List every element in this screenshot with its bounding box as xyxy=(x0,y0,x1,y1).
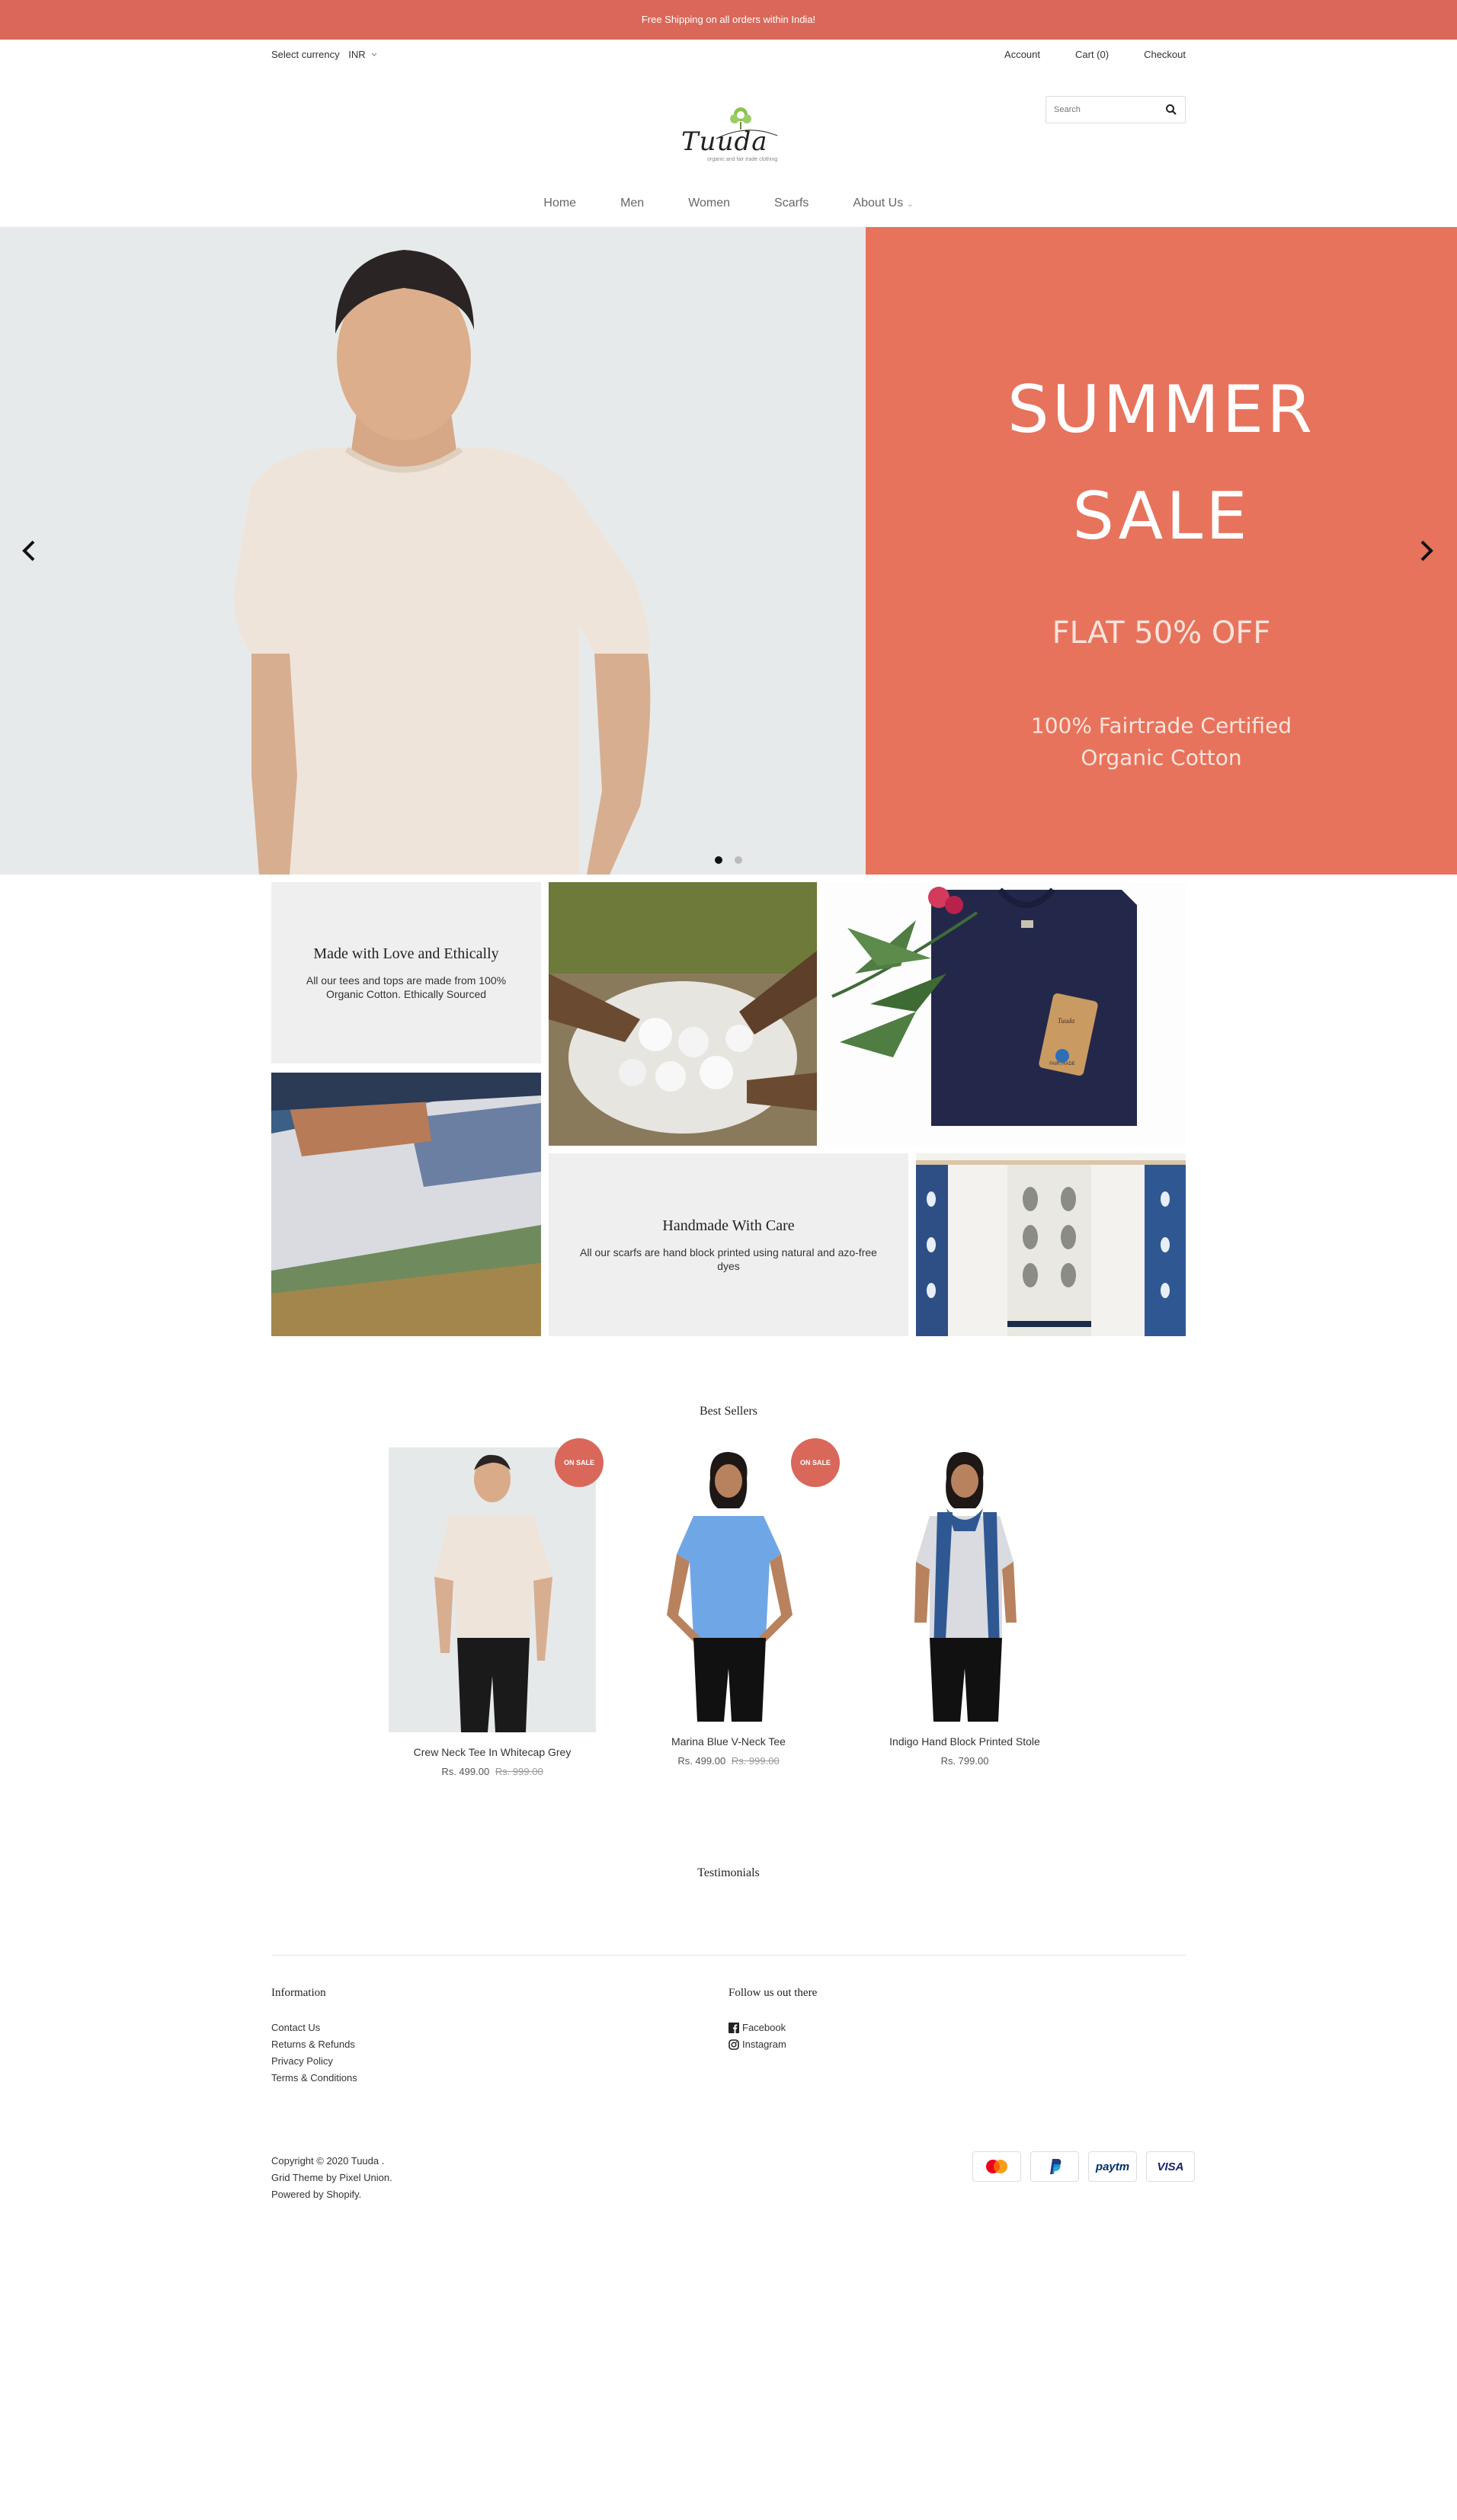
feature-card-handmade-title: Handmade With Care xyxy=(662,1217,795,1234)
announcement-bar: Free Shipping on all orders within India… xyxy=(0,0,1457,40)
slider-dots xyxy=(715,856,742,864)
product-sale-price: Rs. 499.00 xyxy=(441,1766,490,1777)
feature-card-ethical-title: Made with Love and Ethically xyxy=(313,945,499,962)
paytm-label: paytm xyxy=(1095,2160,1130,2173)
utility-bar: Select currency INR Account Cart (0) Che… xyxy=(271,49,1186,64)
theme-credit[interactable]: Grid Theme by Pixel Union. xyxy=(271,2170,392,2186)
currency-value: INR xyxy=(348,49,366,60)
slider-dot-1[interactable] xyxy=(715,856,722,864)
nav-item-scarfs[interactable]: Scarfs xyxy=(774,197,809,210)
search-icon[interactable] xyxy=(1165,104,1177,116)
model-photo xyxy=(0,227,866,875)
paytm-icon: paytm xyxy=(1088,2151,1137,2182)
feature-card-ethical: Made with Love and Ethically All our tee… xyxy=(271,882,541,1063)
footer-follow-title: Follow us out there xyxy=(728,1987,818,1999)
best-sellers-title: Best Sellers xyxy=(700,1405,757,1418)
visa-icon: VISA xyxy=(1146,2151,1195,2182)
nav-item-about-us[interactable]: About Us ⌄ xyxy=(853,197,913,210)
sale-heading-line2: SALE xyxy=(1072,478,1250,555)
currency-selector[interactable]: Select currency INR xyxy=(271,49,378,60)
sale-discount: FLAT 50% OFF xyxy=(1052,616,1271,651)
product-image[interactable] xyxy=(861,1447,1068,1722)
sale-heading-line1: SUMMER xyxy=(1007,372,1316,448)
footer-link-terms[interactable]: Terms & Conditions xyxy=(271,2070,652,2087)
feature-card-handmade-text: All our scarfs are hand block printed us… xyxy=(580,1246,877,1272)
folded-tee-image: Tuuda FAIRTRADE xyxy=(825,882,1186,1146)
product-price: Rs. 499.00 Rs. 999.00 xyxy=(625,1755,832,1767)
on-sale-badge: ON SALE xyxy=(791,1438,840,1487)
product-card[interactable]: ON SALE Crew Neck Tee In Whitecap Grey R… xyxy=(389,1438,604,1783)
product-image[interactable] xyxy=(625,1447,832,1722)
testimonials-title: Testimonials xyxy=(697,1866,760,1879)
hero-image xyxy=(0,227,866,875)
swing-tag-brand: Tuuda xyxy=(1058,1017,1075,1025)
nav-item-home[interactable]: Home xyxy=(543,197,576,210)
product-image[interactable] xyxy=(389,1447,596,1732)
product-price: Rs. 799.00 xyxy=(861,1755,1068,1767)
product-name[interactable]: Crew Neck Tee In Whitecap Grey xyxy=(389,1746,596,1758)
footer-link-returns[interactable]: Returns & Refunds xyxy=(271,2036,652,2053)
footer-follow: Follow us out there Facebook Instagram xyxy=(728,1987,1110,2053)
paypal-icon xyxy=(1030,2151,1079,2182)
search-box xyxy=(1046,96,1186,123)
feature-card-ethical-text: All our tees and tops are made from 100%… xyxy=(306,974,507,1000)
product-card[interactable]: ON SALE Marina Blue V-Neck Tee Rs. 499.0… xyxy=(625,1438,840,1783)
printed-scarfs-image xyxy=(916,1153,1186,1336)
main-nav: Home Men Women Scarfs About Us ⌄ xyxy=(0,197,1457,210)
copyright-text[interactable]: Copyright © 2020 Tuuda . xyxy=(271,2153,392,2170)
chevron-down-icon: ⌄ xyxy=(907,200,914,209)
nav-item-about-us-label: About Us xyxy=(853,197,904,209)
logo-wordmark: Tuuda xyxy=(681,126,768,157)
product-sale-price: Rs. 799.00 xyxy=(940,1755,989,1767)
nav-item-women[interactable]: Women xyxy=(688,197,730,210)
sale-subtext-line2: Organic Cotton xyxy=(1081,745,1242,770)
powered-by[interactable]: Powered by Shopify. xyxy=(271,2186,392,2203)
chevron-left-icon[interactable] xyxy=(18,536,41,566)
product-sale-price: Rs. 499.00 xyxy=(677,1755,726,1767)
cotton-hands-image xyxy=(549,882,817,1146)
product-price: Rs. 499.00 Rs. 999.00 xyxy=(389,1766,596,1777)
footer-information-title: Information xyxy=(271,1987,326,1999)
chevron-right-icon[interactable] xyxy=(1414,536,1437,566)
on-sale-badge: ON SALE xyxy=(555,1438,604,1487)
mastercard-icon xyxy=(972,2151,1021,2182)
instagram-icon xyxy=(728,2039,739,2050)
sale-subtext-line1: 100% Fairtrade Certified xyxy=(1030,713,1292,738)
visa-label: VISA xyxy=(1157,2160,1184,2173)
search-input[interactable] xyxy=(1046,97,1153,123)
payment-icons: paytm VISA xyxy=(972,2151,1195,2182)
social-link-instagram[interactable]: Instagram xyxy=(728,2036,1110,2053)
product-name[interactable]: Marina Blue V-Neck Tee xyxy=(625,1735,832,1748)
utility-links: Account Cart (0) Checkout xyxy=(1004,49,1186,60)
footer-divider xyxy=(271,1955,1186,1956)
footer-copyright: Copyright © 2020 Tuuda . Grid Theme by P… xyxy=(271,2153,392,2203)
social-link-facebook[interactable]: Facebook xyxy=(728,2020,1110,2036)
cart-link[interactable]: Cart (0) xyxy=(1075,49,1109,60)
footer-information: Information Contact Us Returns & Refunds… xyxy=(271,1987,652,2087)
footer-link-privacy[interactable]: Privacy Policy xyxy=(271,2053,652,2070)
social-label-facebook: Facebook xyxy=(742,2022,786,2033)
social-label-instagram: Instagram xyxy=(742,2039,786,2050)
sale-panel: SUMMER SALE FLAT 50% OFF 100% Fairtrade … xyxy=(866,227,1457,875)
block-printing-image xyxy=(271,1073,541,1336)
site-logo[interactable]: Tuuda organic and fair trade clothing xyxy=(671,99,793,168)
slider-dot-2[interactable] xyxy=(735,856,742,864)
currency-label: Select currency xyxy=(271,49,340,60)
product-name[interactable]: Indigo Hand Block Printed Stole xyxy=(861,1735,1068,1748)
product-compare-price: Rs. 999.00 xyxy=(495,1766,543,1777)
logo-tagline: organic and fair trade clothing xyxy=(707,157,778,162)
chevron-down-icon xyxy=(371,53,377,56)
facebook-icon xyxy=(728,2023,739,2033)
checkout-link[interactable]: Checkout xyxy=(1144,49,1186,60)
hero-slider: SUMMER SALE FLAT 50% OFF 100% Fairtrade … xyxy=(0,227,1457,875)
footer-link-contact[interactable]: Contact Us xyxy=(271,2020,652,2036)
announcement-text: Free Shipping on all orders within India… xyxy=(641,14,816,25)
feature-card-handmade: Handmade With Care All our scarfs are ha… xyxy=(549,1153,908,1336)
product-compare-price: Rs. 999.00 xyxy=(731,1755,780,1767)
product-card[interactable]: Indigo Hand Block Printed Stole Rs. 799.… xyxy=(861,1447,1068,1783)
account-link[interactable]: Account xyxy=(1004,49,1040,60)
nav-item-men[interactable]: Men xyxy=(620,197,644,210)
